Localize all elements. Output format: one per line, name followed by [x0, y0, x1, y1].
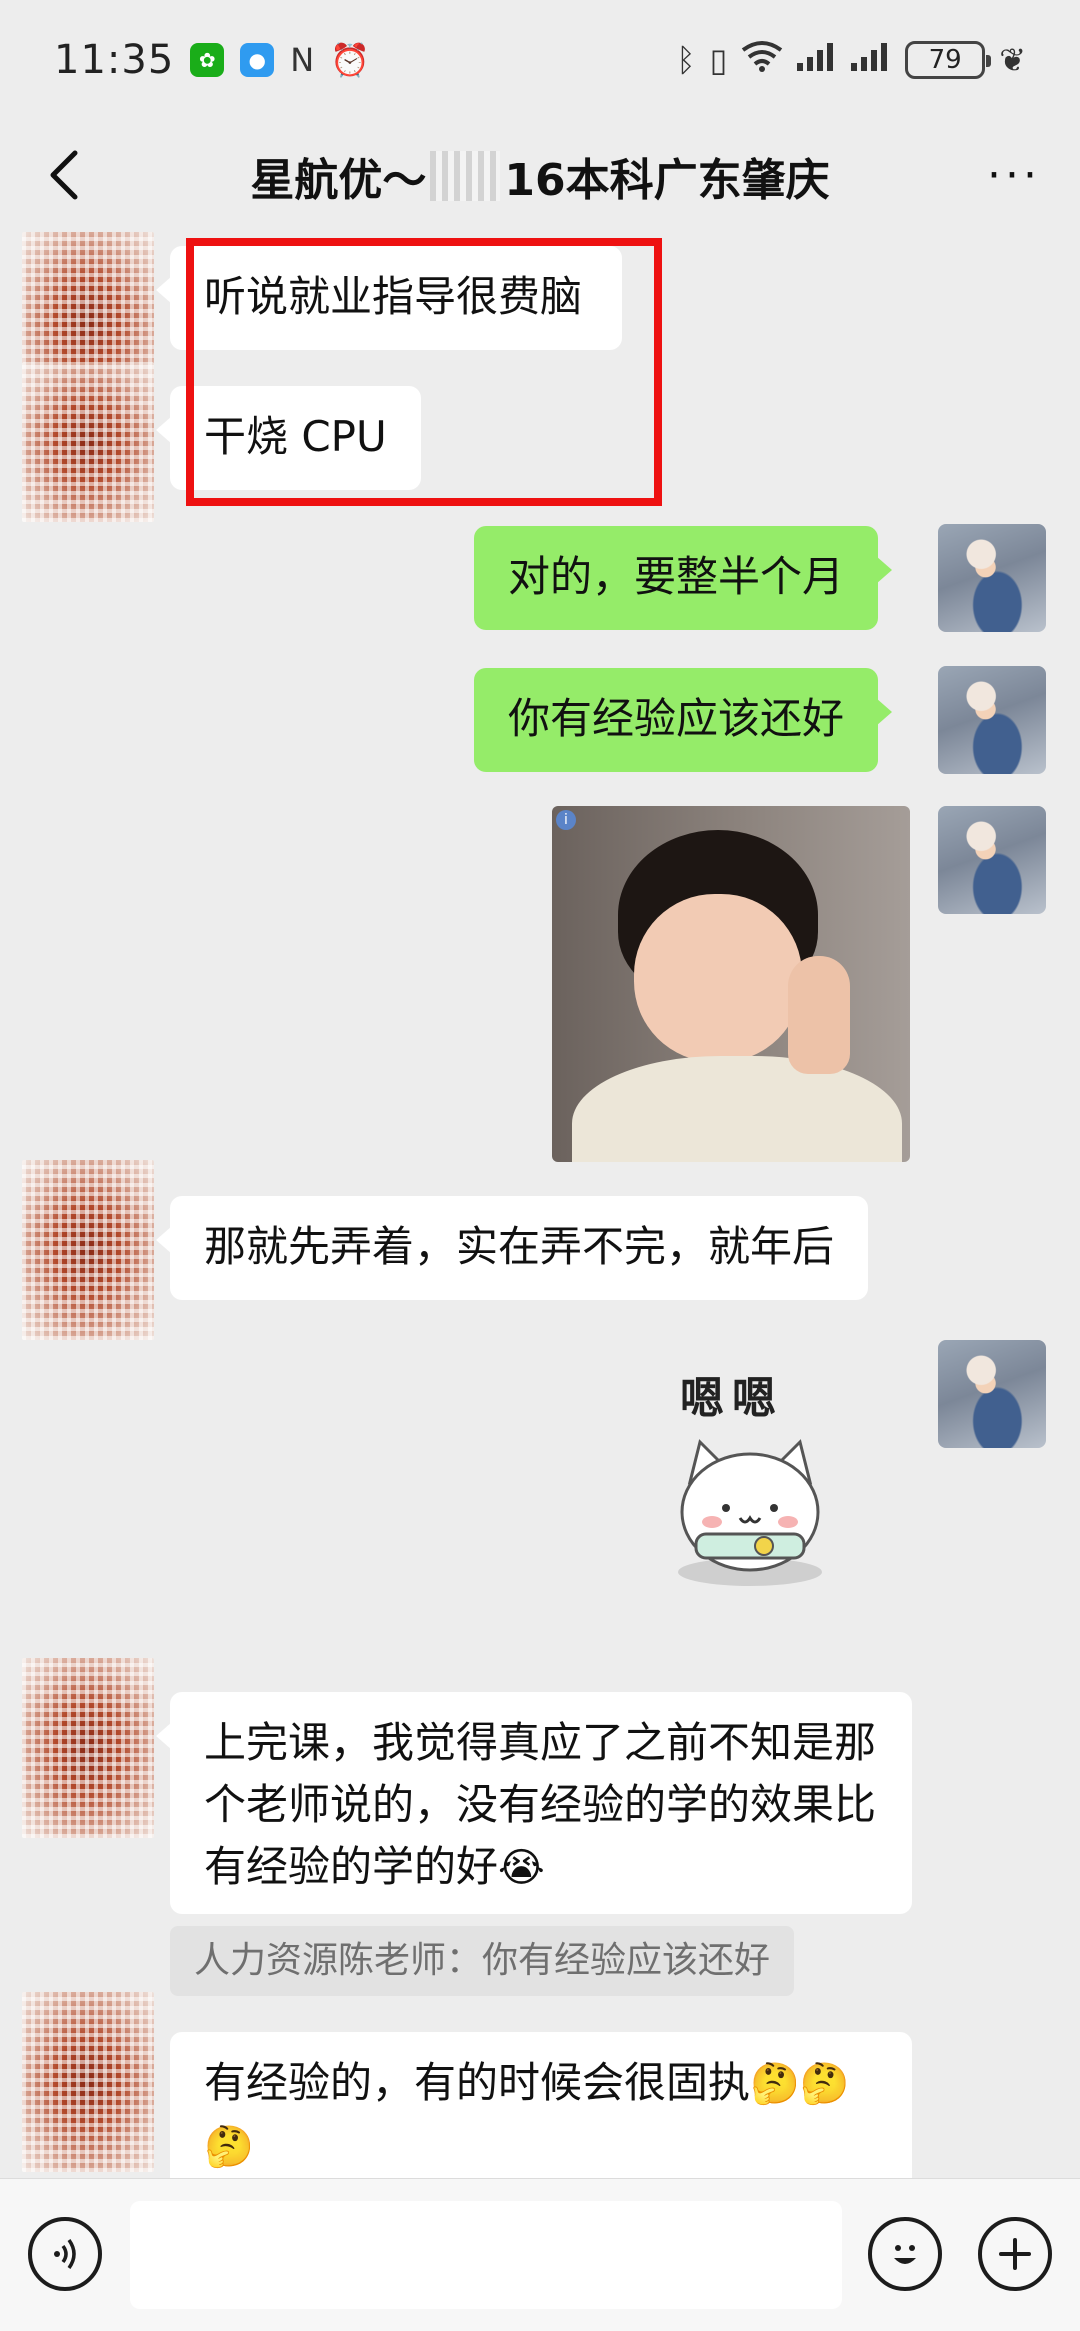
- cat-icon: [678, 1439, 822, 1586]
- plus-icon: [999, 2238, 1031, 2270]
- emoji-icon: [894, 2245, 916, 2264]
- quoted-text: 人力资源陈老师：你有经验应该还好: [194, 1940, 771, 1981]
- info-badge-icon: i: [556, 810, 576, 830]
- avatar-other: [22, 362, 154, 522]
- battery-indicator: 79: [905, 41, 992, 79]
- status-left: 11:35 ✿ ● N ⏰: [54, 37, 370, 83]
- chat-title-prefix: 星航优～: [250, 155, 427, 206]
- status-right: ᛒ ▯ 79 ❦: [676, 40, 1026, 80]
- thumbs-up-icon: [788, 956, 850, 1074]
- bluetooth-icon: ᛒ: [676, 41, 696, 79]
- message-text: 你有经验应该还好: [508, 694, 845, 743]
- avatar-self[interactable]: [938, 806, 1046, 914]
- cat-sticker[interactable]: 嗯嗯: [660, 1362, 840, 1602]
- avatar-self[interactable]: [938, 524, 1046, 632]
- more-button[interactable]: ···: [974, 140, 1054, 210]
- wifi-icon: [741, 40, 783, 80]
- avatar-other[interactable]: [22, 1992, 154, 2172]
- voice-icon: [54, 2238, 76, 2270]
- avatar-other[interactable]: [22, 1160, 154, 1340]
- leaf-icon: ❦: [999, 41, 1026, 79]
- back-button[interactable]: [30, 140, 100, 210]
- avatar-self[interactable]: [938, 1340, 1046, 1448]
- emoji-button[interactable]: [868, 2217, 942, 2291]
- message-bubble[interactable]: 有经验的，有的时候会很固执🤔🤔🤔: [170, 2032, 912, 2178]
- message-bubble[interactable]: 你有经验应该还好: [474, 668, 893, 772]
- chat-title-suffix: 16本科广东肇庆: [504, 155, 830, 206]
- avatar-other[interactable]: [22, 1658, 154, 1838]
- message-bubble[interactable]: 那就先弄着，实在弄不完，就年后: [155, 1196, 869, 1300]
- message-text: 那就先弄着，实在弄不完，就年后: [204, 1222, 835, 1271]
- chevron-left-icon: [50, 150, 78, 200]
- input-bar: [0, 2178, 1080, 2331]
- quoted-message[interactable]: 人力资源陈老师：你有经验应该还好: [170, 1926, 795, 1996]
- redacted-name: [430, 151, 501, 201]
- chat-title: 星航优～ 16本科广东肇庆: [120, 120, 960, 232]
- status-bar: 11:35 ✿ ● N ⏰ ᛒ ▯ 79 ❦: [0, 0, 1080, 120]
- crying-emoji-icon: 😭: [498, 1845, 545, 1891]
- vibrate-icon: ▯: [709, 41, 728, 79]
- chat-header: 星航优～ 16本科广东肇庆 ···: [0, 120, 1080, 232]
- voice-button[interactable]: [28, 2217, 102, 2291]
- status-time: 11:35: [54, 37, 175, 83]
- message-text: 有经验的，有的时候会很固执: [204, 2058, 751, 2107]
- message-icon: ●: [240, 43, 275, 77]
- sticker-text: 嗯嗯: [680, 1373, 784, 1424]
- signal-icon: [797, 41, 837, 79]
- wechat-icon: ✿: [190, 43, 225, 77]
- message-bubble[interactable]: 对的，要整半个月: [474, 526, 893, 630]
- thumbs-up-sticker-image[interactable]: i: [552, 806, 910, 1162]
- message-list[interactable]: 听说就业指导很费脑 干烧 CPU 对的，要整半个月 你有经验应该还好 i 那就先…: [0, 232, 1080, 2178]
- plus-button[interactable]: [978, 2217, 1052, 2291]
- message-input[interactable]: [130, 2201, 842, 2309]
- signal-icon: [851, 41, 891, 79]
- alarm-icon: ⏰: [330, 41, 371, 79]
- message-bubble[interactable]: 上完课，我觉得真应了之前不知是那个老师说的，没有经验的学的效果比有经验的学的好😭: [156, 1692, 912, 1914]
- red-highlight-box: [186, 238, 662, 506]
- message-text: 对的，要整半个月: [508, 552, 845, 601]
- nfc-icon: N: [290, 41, 315, 79]
- avatar-self[interactable]: [938, 666, 1046, 774]
